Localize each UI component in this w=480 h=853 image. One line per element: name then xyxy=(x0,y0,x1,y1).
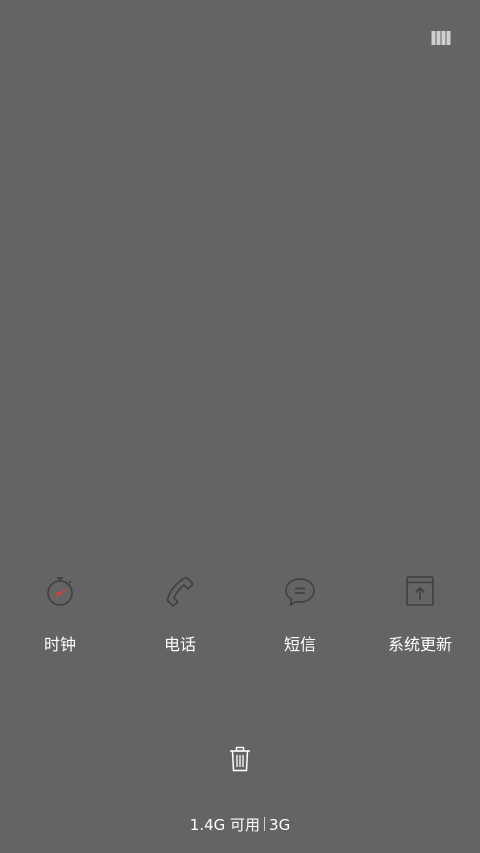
app-messages[interactable]: 短信 xyxy=(240,573,360,663)
app-phone[interactable]: 电话 xyxy=(120,573,240,663)
system-update-icon xyxy=(402,573,438,609)
app-system-update[interactable]: 系统更新 xyxy=(360,573,480,663)
app-label-system-update: 系统更新 xyxy=(387,635,452,654)
app-label-phone: 电话 xyxy=(163,635,196,654)
memory-divider xyxy=(264,817,266,831)
phone-icon xyxy=(162,573,198,609)
clear-all-button[interactable] xyxy=(226,744,254,774)
memory-status: 1.4G 可用 3G xyxy=(0,815,480,835)
app-label-clock: 时钟 xyxy=(43,635,76,654)
view-mode-icon xyxy=(431,31,451,45)
recent-apps-screen: 时钟 电话 短信 系统更新 1.4G 可用 3G xyxy=(0,0,480,853)
recent-apps-row: 时钟 电话 短信 系统更新 xyxy=(0,573,480,663)
app-clock[interactable]: 时钟 xyxy=(0,573,120,663)
app-label-messages: 短信 xyxy=(283,635,316,654)
memory-available: 1.4G 可用 xyxy=(189,816,261,834)
memory-total: 3G xyxy=(269,816,291,834)
view-mode-button[interactable] xyxy=(430,29,452,47)
trash-icon xyxy=(230,746,250,772)
clock-icon xyxy=(42,573,78,609)
message-icon xyxy=(282,573,318,609)
